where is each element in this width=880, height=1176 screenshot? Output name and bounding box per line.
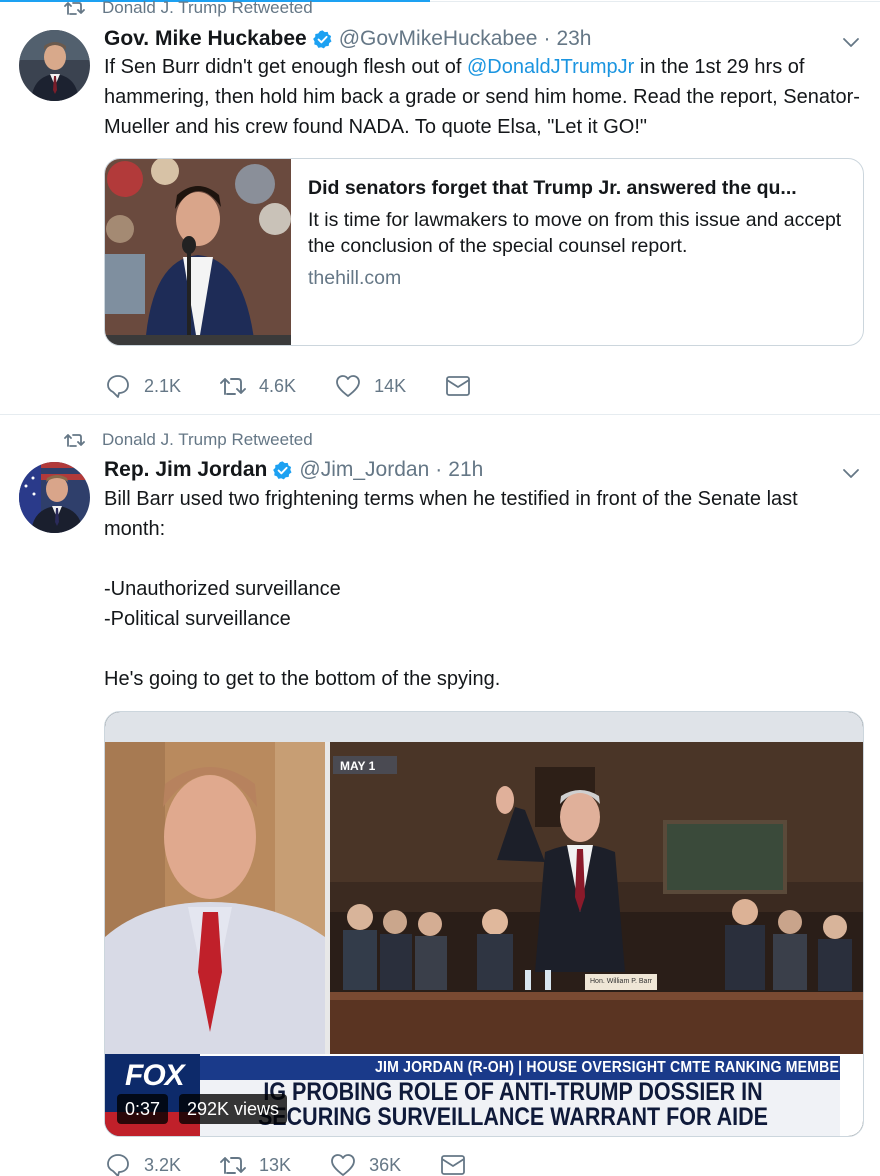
card-title[interactable]: Did senators forget that Trump Jr. answe… [308,175,848,201]
tweet-text: If Sen Burr didn't get enough flesh out … [104,52,864,142]
separator-dot: · [435,458,443,481]
like-icon [329,1151,357,1176]
retweet-context-label: Donald J. Trump Retweeted [102,430,313,449]
video-views: 292K views [179,1094,288,1124]
tweet[interactable]: Donald J. Trump Retweeted Gov. Mike Huck… [0,0,880,415]
tweet-text-line: He's going to get to the bottom of the s… [104,668,501,690]
link-preview-card[interactable]: Did senators forget that Trump Jr. answe… [104,158,864,346]
chyron-headline-line: IG PROBING ROLE OF ANTI-TRUMP DOSSIER IN [263,1078,763,1106]
card-thumbnail [105,159,291,345]
direct-message-button[interactable] [439,1151,479,1176]
display-name[interactable]: Rep. Jim Jordan [104,458,267,482]
tweet-text: Bill Barr used two frightening terms whe… [104,484,864,694]
chyron-headline-line: SECURING SURVEILLANCE WARRANT FOR AIDE [257,1103,769,1131]
reply-icon [104,372,132,400]
retweet-context-label: Donald J. Trump Retweeted [102,0,313,17]
like-count: 14K [374,375,407,396]
date-tag: MAY 1 [340,759,376,773]
chyron-headline: IG PROBING ROLE OF ANTI-TRUMP DOSSIER IN… [255,1080,771,1130]
reply-count: 2.1K [144,375,182,396]
tweet[interactable]: Donald J. Trump Retweeted Rep. Jim Jorda… [0,415,880,1176]
tweet-text-line: -Political surveillance [104,608,291,630]
like-button[interactable]: 14K [334,372,406,400]
retweet-context: Donald J. Trump Retweeted [64,428,313,452]
tweet-actions: 3.2K 13K 36K [104,1151,517,1176]
avatar[interactable] [19,30,90,101]
card-body: Did senators forget that Trump Jr. answe… [308,175,848,291]
like-button[interactable]: 36K [329,1151,401,1176]
like-count: 36K [369,1154,402,1175]
video-duration: 0:37 [117,1094,169,1124]
reply-button[interactable]: 3.2K [104,1151,181,1176]
like-icon [334,372,362,400]
card-description: It is time for lawmakers to move on from… [308,209,842,257]
retweet-context: Donald J. Trump Retweeted [64,0,313,20]
retweet-icon [219,1151,247,1176]
reply-count: 3.2K [144,1154,182,1175]
direct-message-button[interactable] [444,372,484,400]
tweet-text-line: Bill Barr used two frightening terms whe… [104,488,798,540]
reply-icon [104,1151,132,1176]
tweet-text-line [104,634,864,664]
mention-link[interactable]: @DonaldJTrumpJr [467,56,634,78]
tweet-header: Rep. Jim Jordan @Jim_Jordan · 21h [104,456,483,484]
card-domain: thehill.com [308,267,402,289]
retweet-count: 4.6K [259,375,297,396]
retweet-icon [219,372,247,400]
timestamp[interactable]: 21h [448,458,483,482]
retweet-button[interactable]: 13K [219,1151,291,1176]
user-handle[interactable]: @Jim_Jordan [299,458,429,482]
retweet-icon [64,0,88,16]
chyron-label: JIM JORDAN (R-OH) | HOUSE OVERSIGHT CMTE… [375,1059,850,1076]
separator-dot: · [543,27,551,50]
verified-icon [312,29,333,50]
user-handle[interactable]: @GovMikeHuckabee [339,27,538,51]
display-name[interactable]: Gov. Mike Huckabee [104,27,307,51]
verified-icon [272,460,293,481]
tweet-actions: 2.1K 4.6K 14K [104,372,522,400]
tweet-text-line [104,544,864,574]
retweet-icon [64,432,88,448]
tweet-text-part: If Sen Burr didn't get enough flesh out … [104,56,467,78]
reply-button[interactable]: 2.1K [104,372,181,400]
witness-nameplate: Hon. William P. Barr [590,978,653,985]
retweet-button[interactable]: 4.6K [219,372,296,400]
message-icon [439,1151,467,1176]
avatar[interactable] [19,462,90,533]
timestamp[interactable]: 23h [556,27,591,51]
network-logo: FOX [125,1059,185,1092]
video-player[interactable]: FOX MAY 1 Hon. William P. Barr JIM JORDA… [104,711,864,1137]
tweet-text-line: -Unauthorized surveillance [104,578,341,600]
message-icon [444,372,472,400]
retweet-count: 13K [259,1154,292,1175]
caret-down-icon[interactable] [838,460,864,486]
tweet-header: Gov. Mike Huckabee @GovMikeHuckabee · 23… [104,25,591,53]
